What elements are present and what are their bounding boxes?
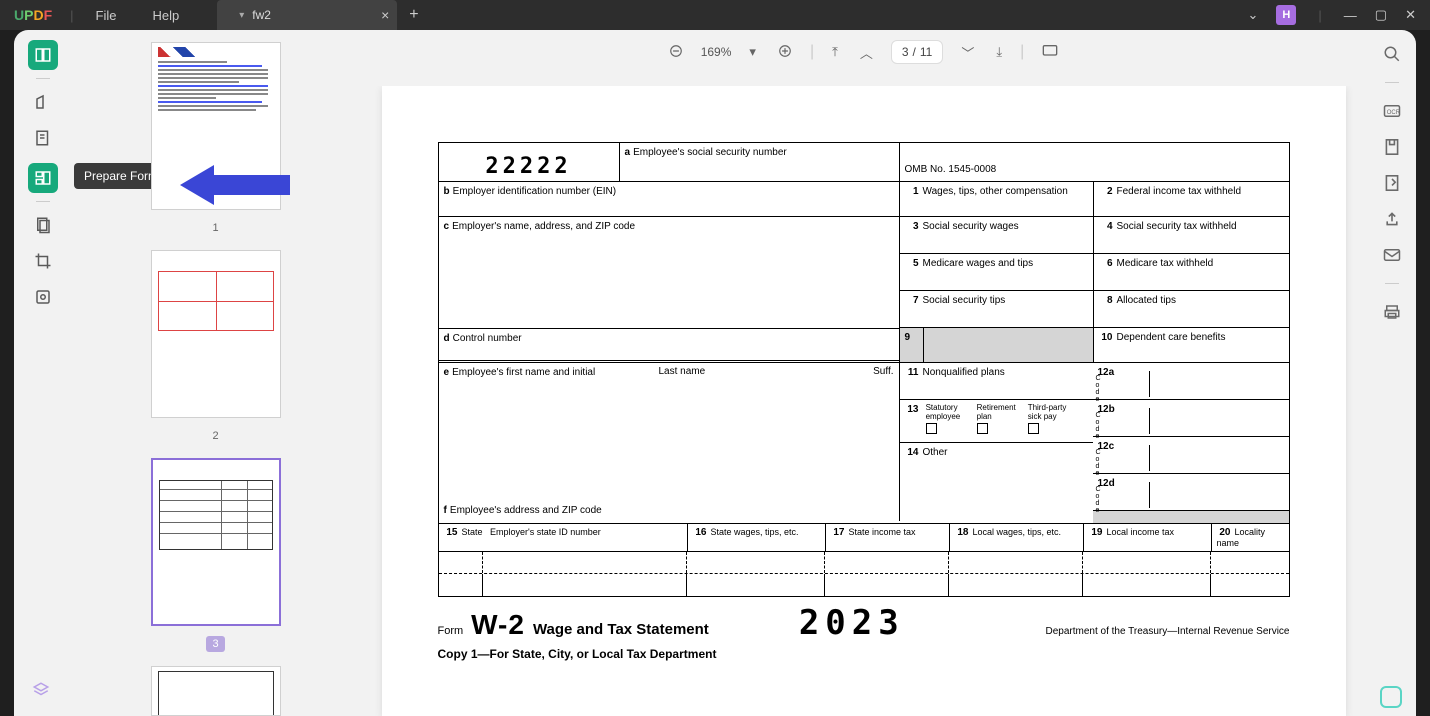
layers-icon[interactable] (32, 681, 50, 704)
window-close-icon[interactable]: ✕ (1405, 7, 1416, 23)
protect-tool-button[interactable] (28, 282, 58, 312)
ocr-button[interactable]: OCR (1378, 97, 1406, 125)
total-pages: 11 (920, 45, 932, 59)
form-footer: Form W-2 Wage and Tax Statement 2023 Dep… (438, 603, 1290, 643)
comment-tool-button[interactable] (28, 87, 58, 117)
document-tab[interactable]: ▾ fw2 × (217, 0, 397, 30)
window-minimize-icon[interactable]: — (1344, 8, 1357, 23)
title-bar: UPDF | File Help ▾ fw2 × + ⌄ H | — ▢ ✕ (0, 0, 1430, 30)
w2-form: 22222 a Employee's social security numbe… (438, 142, 1290, 597)
copy-designation: Copy 1—For State, City, or Local Tax Dep… (438, 647, 1290, 661)
ai-assistant-button[interactable] (1380, 686, 1402, 708)
menu-file[interactable]: File (78, 8, 135, 23)
page-input[interactable]: 3 / 11 (891, 40, 944, 64)
export-button[interactable] (1378, 169, 1406, 197)
form-title: W-2 (471, 609, 525, 641)
last-page-button[interactable]: ⤓ (992, 40, 1006, 64)
current-page: 3 (902, 45, 909, 59)
tab-title: fw2 (252, 8, 271, 22)
svg-text:OCR: OCR (1387, 110, 1401, 116)
thumbnail-panel: 1 2 3 (72, 30, 359, 716)
zoom-in-button[interactable] (774, 40, 796, 65)
omb-number: OMB No. 1545-0008 (905, 164, 997, 175)
thumbnail-page-1[interactable]: 1 (110, 42, 321, 236)
share-button[interactable] (1378, 205, 1406, 233)
print-button[interactable] (1378, 298, 1406, 326)
menu-help[interactable]: Help (135, 8, 198, 23)
right-toolbar: OCR (1368, 30, 1416, 716)
form-year: 2023 (799, 603, 905, 643)
edit-tool-button[interactable] (28, 123, 58, 153)
prev-page-button[interactable]: ︿ (856, 39, 877, 66)
crop-tool-button[interactable] (28, 246, 58, 276)
document-viewer[interactable]: 22222 a Employee's social security numbe… (359, 86, 1368, 716)
thumb-number: 2 (206, 428, 224, 444)
first-page-button[interactable]: ⤒ (828, 40, 842, 64)
email-button[interactable] (1378, 241, 1406, 269)
left-toolbar: Prepare Form (14, 30, 72, 716)
search-button[interactable] (1378, 40, 1406, 68)
zoom-out-button[interactable] (665, 40, 687, 65)
zoom-dropdown-icon[interactable]: ▾ (745, 40, 760, 64)
document-toolbar: 169% ▾ | ⤒ ︿ 3 / 11 ﹀ ⤓ | (359, 30, 1368, 74)
thumb-number: 1 (206, 220, 224, 236)
w2-22222: 22222 (444, 146, 614, 179)
tab-close-icon[interactable]: × (381, 7, 389, 23)
page-content: 22222 a Employee's social security numbe… (382, 86, 1346, 716)
thumb-number: 3 (206, 636, 224, 652)
thumbnail-page-4[interactable] (110, 666, 321, 716)
thumbnail-page-2[interactable]: 2 (110, 250, 321, 444)
tab-dropdown-icon[interactable]: ▾ (231, 10, 252, 21)
save-button[interactable] (1378, 133, 1406, 161)
next-page-button[interactable]: ﹀ (957, 39, 978, 66)
user-avatar[interactable]: H (1276, 5, 1296, 25)
reader-mode-button[interactable] (28, 40, 58, 70)
prepare-form-button[interactable]: Prepare Form (28, 163, 58, 193)
page-tool-button[interactable] (28, 210, 58, 240)
thumbnail-page-3[interactable]: 3 (110, 458, 321, 652)
workspace: Prepare Form (14, 30, 1416, 716)
window-maximize-icon[interactable]: ▢ (1375, 7, 1387, 23)
app-logo: UPDF (0, 7, 66, 23)
chevron-down-icon[interactable]: ⌄ (1248, 7, 1259, 23)
zoom-value: 169% (701, 45, 732, 59)
annotation-arrow-icon (180, 163, 290, 207)
presentation-button[interactable] (1038, 40, 1062, 65)
new-tab-button[interactable]: + (409, 6, 418, 24)
